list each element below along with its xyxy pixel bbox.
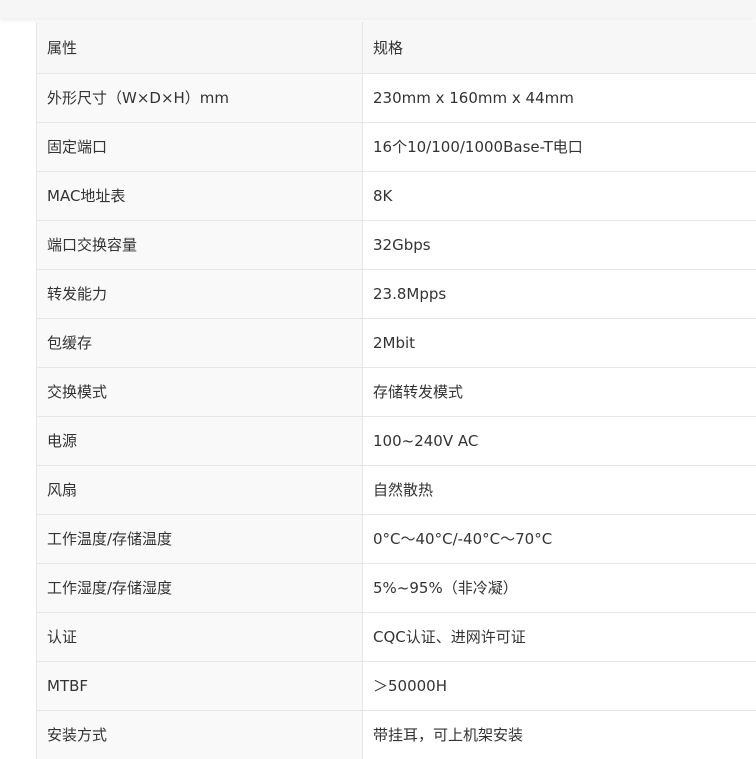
row-value: 存储转发模式 [362,366,756,416]
table-row: 端口交换容量 32Gbps [36,219,756,269]
row-value: 8K [362,170,756,220]
table-row: 电源 100~240V AC [36,415,756,465]
row-value: ＞50000H [362,660,756,710]
spec-table: 属性 规格 外形尺寸（W×D×H）mm 230mm x 160mm x 44mm… [36,22,756,759]
header-spec: 规格 [362,22,756,73]
row-key: 风扇 [36,464,363,514]
row-key: 端口交换容量 [36,219,363,269]
table-row: 固定端口 16个10/100/1000Base-T电口 [36,121,756,171]
row-key: 固定端口 [36,121,363,171]
table-row: 交换模式 存储转发模式 [36,366,756,416]
row-key: 电源 [36,415,363,465]
row-value: 5%~95%（非冷凝） [362,562,756,612]
row-key: MAC地址表 [36,170,363,220]
row-value: 100~240V AC [362,415,756,465]
row-value: CQC认证、进网许可证 [362,611,756,661]
table-row: 转发能力 23.8Mpps [36,268,756,318]
table-row: 工作湿度/存储湿度 5%~95%（非冷凝） [36,562,756,612]
row-key: MTBF [36,660,363,710]
row-key: 交换模式 [36,366,363,416]
row-value: 230mm x 160mm x 44mm [362,72,756,122]
top-bar [0,0,756,18]
table-row: MAC地址表 8K [36,170,756,220]
table-header-row: 属性 规格 [36,22,756,73]
header-attribute: 属性 [36,22,363,73]
row-key: 外形尺寸（W×D×H）mm [36,72,363,122]
row-key: 工作温度/存储温度 [36,513,363,563]
row-value: 16个10/100/1000Base-T电口 [362,121,756,171]
table-row: 认证 CQC认证、进网许可证 [36,611,756,661]
row-key: 工作湿度/存储湿度 [36,562,363,612]
table-row: 外形尺寸（W×D×H）mm 230mm x 160mm x 44mm [36,72,756,122]
table-row: 安装方式 带挂耳，可上机架安装 [36,709,756,759]
table-row: 风扇 自然散热 [36,464,756,514]
row-key: 安装方式 [36,709,363,759]
row-key: 包缓存 [36,317,363,367]
row-value: 2Mbit [362,317,756,367]
row-key: 认证 [36,611,363,661]
row-value: 23.8Mpps [362,268,756,318]
row-key: 转发能力 [36,268,363,318]
row-value: 0°C～40°C/-40°C～70°C [362,513,756,563]
table-row: MTBF ＞50000H [36,660,756,710]
row-value: 32Gbps [362,219,756,269]
table-row: 工作温度/存储温度 0°C～40°C/-40°C～70°C [36,513,756,563]
row-value: 带挂耳，可上机架安装 [362,709,756,759]
table-row: 包缓存 2Mbit [36,317,756,367]
row-value: 自然散热 [362,464,756,514]
